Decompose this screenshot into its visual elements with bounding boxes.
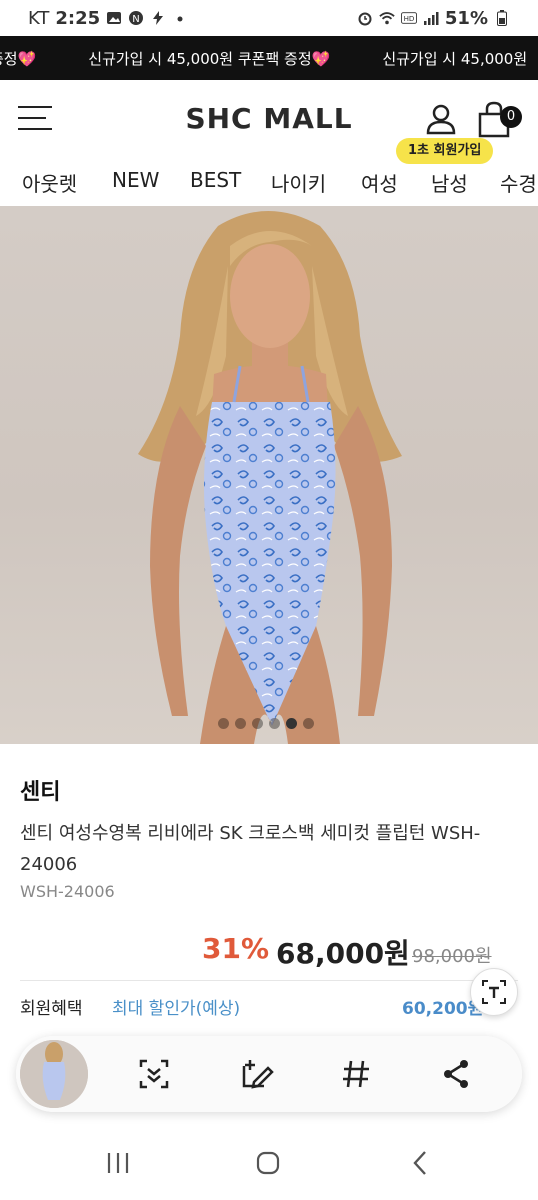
category-men[interactable]: 남성 <box>431 168 468 197</box>
category-outlet[interactable]: 아웃렛 <box>22 168 77 197</box>
capture-toolbar <box>16 1036 522 1112</box>
flash-icon <box>150 10 166 26</box>
carousel-indicator[interactable] <box>218 718 314 729</box>
sale-price: 68,000원 <box>276 937 410 970</box>
n-icon: N <box>128 10 144 26</box>
back-button[interactable] <box>400 1148 440 1178</box>
user-icon[interactable] <box>424 102 458 136</box>
carrier-label: KT <box>28 7 50 29</box>
category-women[interactable]: 여성 <box>361 168 398 197</box>
member-benefit-label: 회원혜택 <box>20 999 83 1019</box>
promo-text: 신규가입 시 45,000원 <box>382 49 528 68</box>
home-button[interactable] <box>248 1148 288 1178</box>
hashtag-icon[interactable] <box>338 1056 374 1092</box>
divider <box>20 980 518 981</box>
category-best[interactable]: BEST <box>190 168 241 192</box>
member-benefit-row: 회원혜택 최대 할인가(예상) 60,200원 <box>0 992 538 1022</box>
screenshot-thumbnail[interactable] <box>20 1040 88 1108</box>
gallery-icon <box>106 10 122 26</box>
clock: 2:25 <box>55 7 101 29</box>
cart-count-badge[interactable]: 0 <box>500 106 522 128</box>
category-nike[interactable]: 나이키 <box>271 168 326 197</box>
alarm-icon <box>357 10 373 26</box>
back-icon <box>413 1151 426 1175</box>
home-icon <box>256 1151 280 1175</box>
status-bar: KT 2:25 N HD 51% <box>0 0 538 36</box>
text-extract-button[interactable] <box>470 968 518 1016</box>
battery-percent: 51% <box>444 7 488 29</box>
promo-text: 신규가입 시 45,000원 쿠폰팩 증정💖 <box>88 49 331 68</box>
carousel-dot[interactable] <box>286 718 297 729</box>
price-row: 31% 68,000원 98,000원 <box>0 932 538 972</box>
promo-text: 증정💖 <box>0 49 37 68</box>
product-image[interactable] <box>0 206 538 744</box>
carousel-dot[interactable] <box>218 718 229 729</box>
system-nav-bar <box>0 1130 538 1200</box>
product-brand[interactable]: 센티 <box>20 774 60 806</box>
product-title: 센티 여성수영복 리비에라 SK 크로스백 세미컷 플립턴 WSH-24006 <box>20 823 481 875</box>
max-discount-link[interactable]: 최대 할인가(예상) <box>112 994 240 1019</box>
signup-badge[interactable]: 1초 회원가입 <box>396 138 494 164</box>
product-code: WSH-24006 <box>20 882 115 901</box>
edit-icon[interactable] <box>238 1056 274 1092</box>
category-new[interactable]: NEW <box>112 168 159 192</box>
recents-button[interactable] <box>98 1148 138 1178</box>
category-goggles[interactable]: 수경 <box>500 168 537 197</box>
signal-icon <box>423 10 439 26</box>
original-price: 98,000원 <box>412 946 492 967</box>
dot-icon <box>172 10 188 26</box>
carousel-dot[interactable] <box>252 718 263 729</box>
wifi-icon <box>379 10 395 26</box>
scan-icon[interactable] <box>136 1056 172 1092</box>
share-icon[interactable] <box>438 1056 474 1092</box>
hd-icon: HD <box>400 10 417 26</box>
carousel-dot[interactable] <box>303 718 314 729</box>
battery-icon <box>494 10 510 26</box>
recents-icon <box>107 1153 129 1173</box>
discount-rate: 31% <box>202 932 270 965</box>
svg-text:HD: HD <box>403 14 414 23</box>
model-illustration <box>138 211 402 744</box>
text-extract-icon <box>482 980 506 1004</box>
carousel-dot[interactable] <box>235 718 246 729</box>
svg-text:N: N <box>132 14 139 25</box>
carousel-dot[interactable] <box>269 718 280 729</box>
category-nav: 아웃렛 NEW BEST 나이키 여성 남성 수경 <box>0 162 538 204</box>
promo-banner[interactable]: 증정💖 신규가입 시 45,000원 쿠폰팩 증정💖 신규가입 시 45,000… <box>0 36 538 80</box>
